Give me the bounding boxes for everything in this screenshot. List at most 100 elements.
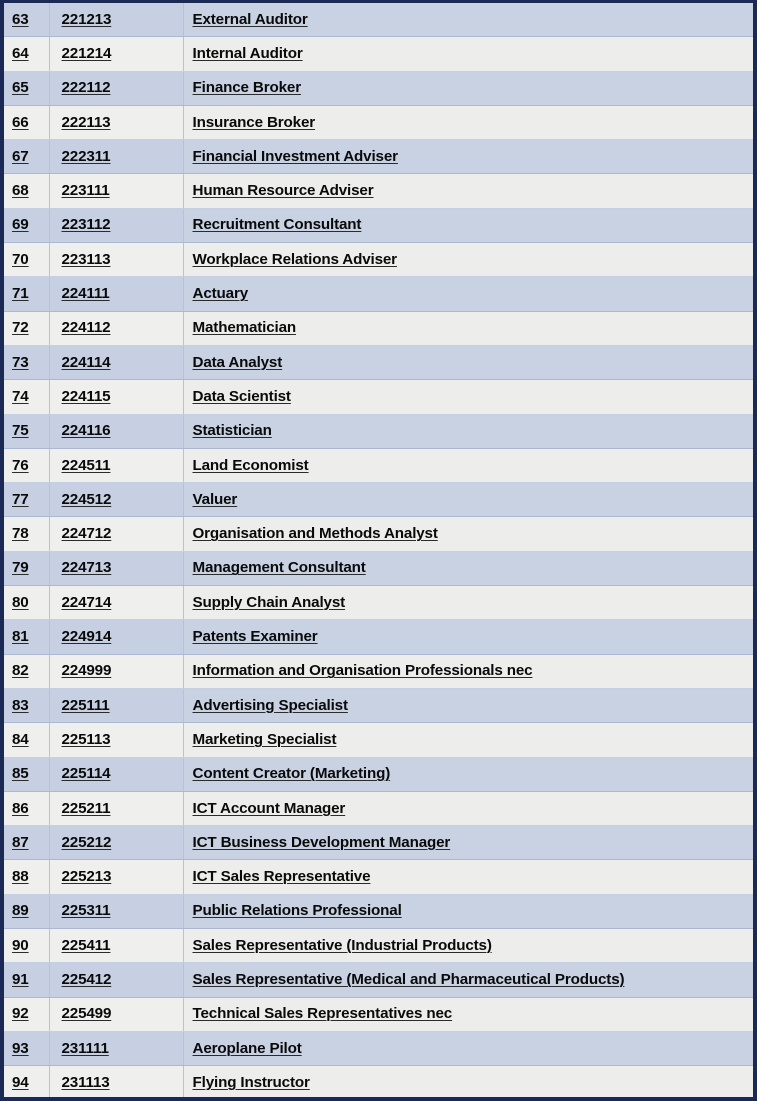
cell-text-title: Actuary: [192, 285, 249, 303]
table-row[interactable]: 78 224712 Organisation and Methods Analyst: [4, 516, 753, 552]
table-row[interactable]: 92 225499 Technical Sales Representatives …: [4, 997, 753, 1032]
cell-text-code: 224712: [61, 525, 112, 543]
table-row[interactable]: 93 231111 Aeroplane Pilot: [4, 1031, 753, 1067]
table-cell-title: Insurance Broker: [183, 105, 753, 141]
table-row[interactable]: 91 225412 Sales Representative (Medical an…: [4, 962, 753, 998]
table-row[interactable]: 90 225411 Sales Representative (Industrial…: [4, 928, 753, 964]
cell-text-index: 69: [12, 216, 29, 234]
table-cell-title: ICT Account Manager: [183, 791, 753, 827]
table-row[interactable]: 69 223112 Recruitment Consultant: [4, 208, 753, 244]
cell-text-index: 94: [12, 1073, 29, 1091]
table-cell-index: 90: [4, 928, 50, 964]
table-cell-title: Valuer: [183, 482, 753, 518]
table-cell-code: 225311: [49, 894, 184, 930]
table-row[interactable]: 63 221213 External Auditor: [4, 3, 753, 38]
table-cell-index: 77: [4, 482, 50, 518]
table-cell-code: 224112: [49, 311, 184, 346]
table-cell-title: Data Scientist: [183, 379, 753, 415]
table-row[interactable]: 77 224512 Valuer: [4, 482, 753, 518]
cell-text-title: Information and Organisation Professiona…: [192, 662, 533, 680]
table-cell-code: 221214: [49, 36, 184, 72]
cell-text-code: 231113: [61, 1073, 110, 1091]
cell-text-title: Data Scientist: [192, 387, 291, 405]
cell-text-index: 76: [12, 456, 29, 474]
table-cell-code: 225113: [49, 722, 184, 758]
table-cell-title: Management Consultant: [183, 551, 753, 587]
table-cell-code: 224712: [49, 516, 184, 552]
table-row[interactable]: 94 231113 Flying Instructor: [4, 1065, 753, 1097]
table-cell-index: 63: [4, 3, 50, 38]
table-cell-title: ICT Sales Representative: [183, 859, 753, 895]
table-cell-code: 225213: [49, 859, 184, 895]
cell-text-index: 84: [12, 730, 29, 748]
table-row[interactable]: 76 224511 Land Economist: [4, 448, 753, 484]
cell-text-title: Marketing Specialist: [192, 730, 337, 748]
cell-text-code: 225412: [61, 970, 112, 988]
table-cell-title: Patents Examiner: [183, 619, 753, 655]
cell-text-title: Valuer: [192, 490, 238, 508]
cell-text-index: 83: [12, 696, 29, 714]
cell-text-title: Mathematician: [192, 319, 297, 337]
table-cell-index: 66: [4, 105, 50, 141]
cell-text-title: Data Analyst: [192, 353, 283, 371]
table-cell-title: Mathematician: [183, 311, 753, 346]
table-row[interactable]: 73 224114 Data Analyst: [4, 345, 753, 381]
cell-text-title: Recruitment Consultant: [192, 216, 362, 234]
cell-text-index: 88: [12, 868, 29, 886]
cell-text-index: 66: [12, 113, 29, 131]
table-cell-title: Supply Chain Analyst: [183, 585, 753, 621]
table-row[interactable]: 80 224714 Supply Chain Analyst: [4, 585, 753, 621]
table-row[interactable]: 74 224115 Data Scientist: [4, 379, 753, 415]
table-cell-title: Flying Instructor: [183, 1065, 753, 1097]
table-row[interactable]: 82 224999 Information and Organisation Pro…: [4, 654, 753, 689]
table-row[interactable]: 75 224116 Statistician: [4, 414, 753, 449]
table-cell-title: Public Relations Professional: [183, 894, 753, 930]
table-cell-code: 224714: [49, 585, 184, 621]
table-row[interactable]: 65 222112 Finance Broker: [4, 71, 753, 106]
table-row[interactable]: 83 225111 Advertising Specialist: [4, 688, 753, 724]
cell-text-code: 224115: [61, 387, 111, 405]
table-cell-index: 67: [4, 139, 50, 175]
cell-text-index: 82: [12, 662, 29, 680]
table-row[interactable]: 86 225211 ICT Account Manager: [4, 791, 753, 827]
table-cell-title: Sales Representative (Medical and Pharma…: [183, 962, 753, 998]
cell-text-code: 224714: [61, 593, 112, 611]
table-row[interactable]: 67 222311 Financial Investment Adviser: [4, 139, 753, 175]
cell-text-index: 72: [12, 319, 29, 337]
table-row[interactable]: 72 224112 Mathematician: [4, 311, 753, 346]
table-row[interactable]: 81 224914 Patents Examiner: [4, 619, 753, 655]
table-cell-title: Financial Investment Adviser: [183, 139, 753, 175]
table-row[interactable]: 88 225213 ICT Sales Representative: [4, 859, 753, 895]
table-cell-code: 231113: [49, 1065, 184, 1097]
table-cell-index: 87: [4, 825, 50, 861]
table-row[interactable]: 84 225113 Marketing Specialist: [4, 722, 753, 758]
cell-text-title: Statistician: [192, 422, 272, 440]
cell-text-index: 78: [12, 525, 29, 543]
table-row[interactable]: 89 225311 Public Relations Professional: [4, 894, 753, 930]
table-cell-index: 75: [4, 414, 50, 449]
table-cell-index: 84: [4, 722, 50, 758]
cell-text-index: 93: [12, 1039, 29, 1057]
table-cell-index: 86: [4, 791, 50, 827]
cell-text-title: Organisation and Methods Analyst: [192, 525, 438, 543]
cell-text-index: 86: [12, 799, 29, 817]
table-row[interactable]: 66 222113 Insurance Broker: [4, 105, 753, 141]
cell-text-index: 70: [12, 250, 29, 268]
table-cell-index: 69: [4, 208, 50, 244]
table-cell-code: 224713: [49, 551, 184, 587]
table-row[interactable]: 70 223113 Workplace Relations Adviser: [4, 242, 753, 278]
occupation-table-frame: 63 221213 External Auditor 64 221214 Internal…: [0, 0, 757, 1101]
table-cell-code: 224914: [49, 619, 184, 655]
table-row[interactable]: 71 224111 Actuary: [4, 276, 753, 312]
table-row[interactable]: 64 221214 Internal Auditor: [4, 36, 753, 72]
table-cell-index: 73: [4, 345, 50, 381]
table-row[interactable]: 68 223111 Human Resource Adviser: [4, 173, 753, 209]
table-row[interactable]: 87 225212 ICT Business Development Manager: [4, 825, 753, 861]
table-row[interactable]: 85 225114 Content Creator (Marketing): [4, 757, 753, 792]
cell-text-index: 75: [12, 422, 29, 440]
table-cell-code: 224115: [49, 379, 184, 415]
cell-text-title: Internal Auditor: [192, 44, 303, 62]
cell-text-title: Supply Chain Analyst: [192, 593, 346, 611]
table-cell-title: Internal Auditor: [183, 36, 753, 72]
table-row[interactable]: 79 224713 Management Consultant: [4, 551, 753, 587]
